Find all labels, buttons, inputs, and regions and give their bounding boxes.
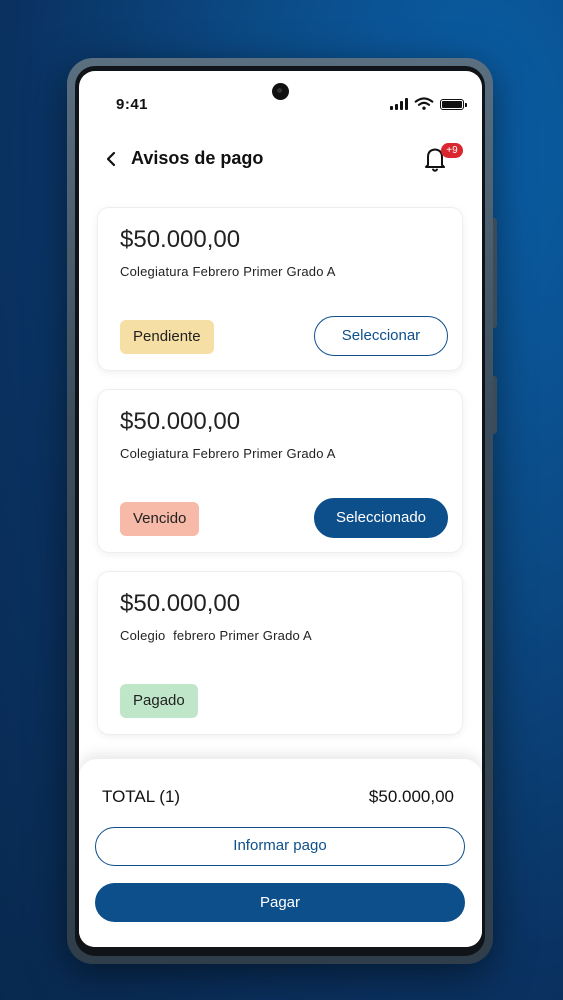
- status-time: 9:41: [116, 96, 149, 113]
- card-amount: $50.000,00: [120, 408, 241, 435]
- payment-card: $50.000,00 Colegiatura Febrero Primer Gr…: [97, 207, 463, 371]
- back-arrow-icon[interactable]: [101, 149, 121, 169]
- status-bar: 9:41: [79, 71, 482, 131]
- inform-payment-button[interactable]: Informar pago: [95, 827, 465, 866]
- payment-card: $50.000,00 Colegio febrero Primer Grado …: [97, 571, 463, 735]
- status-icons: [390, 97, 467, 110]
- power-button: [493, 376, 497, 434]
- front-camera: [272, 83, 289, 100]
- app-screen: 9:41 Avisos de pago +9 $50.000,00 Colegi…: [79, 71, 482, 947]
- payment-summary-footer: TOTAL (1) $50.000,00 Informar pago Pagar: [79, 759, 482, 947]
- card-description: Colegio febrero Primer Grado A: [120, 628, 312, 643]
- selected-button[interactable]: Seleccionado: [314, 498, 448, 538]
- pay-button[interactable]: Pagar: [95, 883, 465, 922]
- select-button[interactable]: Seleccionar: [314, 316, 448, 356]
- app-header: Avisos de pago +9: [79, 141, 482, 177]
- total-amount: $50.000,00: [368, 787, 454, 806]
- card-amount: $50.000,00: [120, 590, 241, 617]
- battery-icon: [440, 99, 467, 110]
- status-badge-vencido: Vencido: [120, 502, 200, 536]
- payment-notice-list: $50.000,00 Colegiatura Febrero Primer Gr…: [97, 207, 463, 753]
- notification-badge: +9: [441, 143, 463, 158]
- page-title: Avisos de pago: [131, 148, 264, 168]
- card-description: Colegiatura Febrero Primer Grado A: [120, 446, 336, 461]
- volume-button: [493, 218, 497, 328]
- signal-icon: [390, 98, 408, 110]
- total-label: TOTAL (1): [102, 787, 181, 806]
- payment-card: $50.000,00 Colegiatura Febrero Primer Gr…: [97, 389, 463, 553]
- status-badge-pagado: Pagado: [120, 684, 198, 718]
- card-amount: $50.000,00: [120, 226, 241, 253]
- status-badge-pendiente: Pendiente: [120, 320, 214, 354]
- card-description: Colegiatura Febrero Primer Grado A: [120, 264, 336, 279]
- wifi-icon: [414, 97, 434, 110]
